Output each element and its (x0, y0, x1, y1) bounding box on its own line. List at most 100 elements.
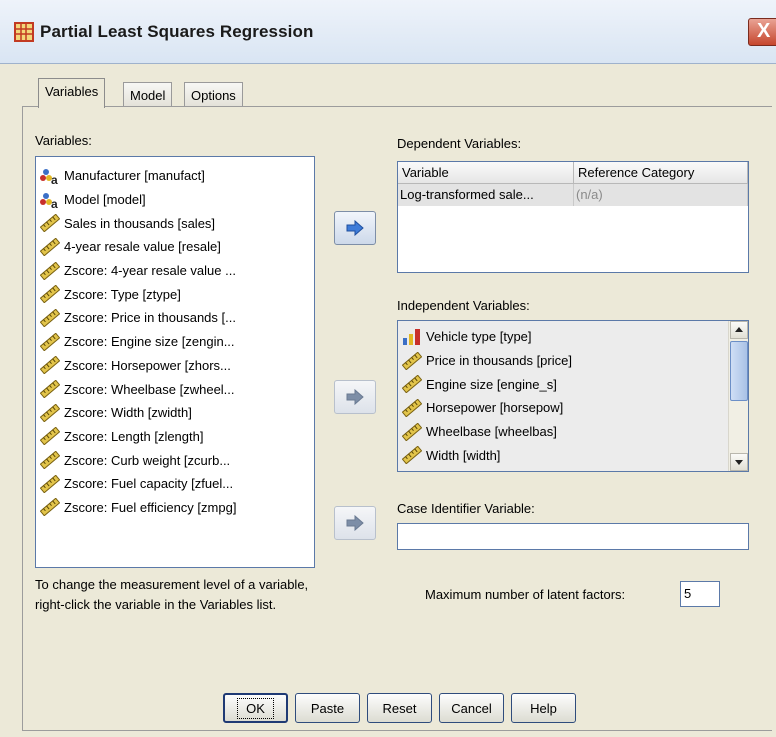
list-item[interactable]: Price in thousands [price] (398, 349, 748, 373)
scale-ruler-icon (39, 284, 61, 304)
latent-factors-label: Maximum number of latent factors: (425, 587, 626, 602)
scroll-down-icon (735, 460, 743, 465)
reset-button[interactable]: Reset (367, 693, 432, 723)
latent-factors-input[interactable]: 5 (680, 581, 720, 607)
scale-ruler-icon (401, 374, 423, 394)
tab-variables[interactable]: Variables (38, 78, 106, 108)
scale-ruler-icon (39, 379, 61, 399)
scale-ruler-icon (39, 308, 61, 328)
scale-ruler-icon (401, 351, 423, 370)
list-item[interactable]: Zscore: Horsepower [zhors... (36, 354, 314, 378)
list-item-label: 4-year resale value [resale] (64, 239, 221, 255)
scale-ruler-icon (39, 403, 61, 423)
list-item[interactable]: Zscore: Width [zwidth] (36, 401, 314, 425)
list-item-label: Zscore: Type [ztype] (64, 286, 181, 302)
list-item[interactable]: Zscore: Curb weight [zcurb... (36, 448, 314, 472)
list-item[interactable]: Zscore: Price in thousands [... (36, 306, 314, 330)
nominal-string-icon: a (40, 167, 60, 187)
move-to-dependent-button[interactable] (334, 211, 376, 245)
list-item[interactable]: Width [width] (398, 443, 748, 467)
dependent-variable-cell[interactable]: Log-transformed sale... (398, 184, 574, 206)
table-row[interactable]: Log-transformed sale... (n/a) (398, 184, 748, 206)
scale-ruler-icon (39, 261, 61, 281)
list-item-label: Zscore: Horsepower [zhors... (64, 357, 231, 373)
list-item[interactable]: Zscore: Length [zlength] (36, 425, 314, 449)
variables-listbox[interactable]: a Manufacturer [manufact] a Model [model] Sa… (35, 156, 315, 568)
scroll-up-button[interactable] (730, 321, 748, 339)
dependent-variables-label: Dependent Variables: (397, 136, 522, 151)
scroll-up-icon (735, 327, 743, 332)
list-item-label: Sales in thousands [sales] (64, 215, 216, 231)
column-variable-header: Variable (398, 162, 574, 183)
list-item[interactable]: Sales in thousands [sales] (36, 211, 314, 235)
arrow-right-icon (346, 220, 364, 236)
list-item-label: Vehicle type [type] (426, 329, 532, 345)
list-item-label: Engine size [engine_s] (426, 376, 557, 392)
list-item[interactable]: Zscore: 4-year resale value ... (36, 259, 314, 283)
app-grid-icon (14, 22, 34, 42)
column-reference-category-header: Reference Category (574, 162, 748, 183)
close-button[interactable]: X (748, 18, 776, 46)
arrow-right-icon (346, 515, 364, 531)
list-item-label: Model [model] (64, 192, 146, 208)
list-item[interactable]: Zscore: Fuel capacity [zfuel... (36, 472, 314, 496)
scale-ruler-icon (39, 237, 61, 257)
ok-button[interactable]: OK (223, 693, 288, 723)
list-item-label: Price in thousands [price] (426, 353, 572, 369)
list-item[interactable]: Wheelbase [wheelbas] (398, 420, 748, 444)
scale-ruler-icon (39, 355, 61, 375)
list-item-label: Zscore: Engine size [zengin... (64, 334, 235, 350)
nominal-string-icon: a (40, 191, 60, 211)
ordinal-bar-icon (402, 328, 422, 346)
list-item[interactable]: Zscore: Wheelbase [zwheel... (36, 377, 314, 401)
list-item-label: Zscore: Price in thousands [... (64, 310, 236, 326)
scale-ruler-icon (39, 474, 61, 494)
cancel-button[interactable]: Cancel (439, 693, 504, 723)
list-item-label: Zscore: Fuel capacity [zfuel... (64, 476, 234, 492)
case-identifier-field[interactable] (397, 523, 749, 550)
list-item-label: Wheelbase [wheelbas] (426, 424, 557, 440)
grid-header: Variable Reference Category (398, 162, 748, 184)
svg-text:a: a (51, 173, 58, 185)
scale-ruler-icon (39, 332, 61, 352)
list-item[interactable]: Horsepower [horsepow] (398, 396, 748, 420)
measurement-hint: To change the measurement level of a var… (35, 577, 309, 612)
list-item[interactable]: a Manufacturer [manufact] (36, 164, 314, 188)
list-item-label: Zscore: Length [zlength] (64, 428, 204, 444)
scale-ruler-icon (401, 445, 423, 465)
scale-ruler-icon (39, 450, 61, 470)
ok-button-label: OK (237, 697, 274, 719)
vertical-scrollbar[interactable] (728, 321, 748, 471)
list-item[interactable]: 4-year resale value [resale] (36, 235, 314, 259)
scale-ruler-icon (39, 213, 61, 233)
scroll-thumb[interactable] (730, 341, 748, 401)
tab-options[interactable]: Options (184, 82, 243, 106)
scroll-down-button[interactable] (730, 453, 748, 471)
independent-variables-listbox[interactable]: Vehicle type [type] Price in thousands [p… (397, 320, 749, 472)
move-to-independent-button[interactable] (334, 380, 376, 414)
list-item-label: Zscore: Fuel efficiency [zmpg] (64, 499, 237, 515)
list-item-label: Width [width] (426, 447, 501, 463)
help-button[interactable]: Help (511, 693, 576, 723)
list-item[interactable]: Zscore: Fuel efficiency [zmpg] (36, 496, 314, 520)
list-item-label: Zscore: Curb weight [zcurb... (64, 452, 231, 468)
list-item[interactable]: Zscore: Engine size [zengin... (36, 330, 314, 354)
paste-button[interactable]: Paste (295, 693, 360, 723)
list-item-label: Zscore: Wheelbase [zwheel... (64, 381, 235, 397)
move-to-case-identifier-button[interactable] (334, 506, 376, 540)
dependent-variables-grid[interactable]: Variable Reference Category Log-transfor… (397, 161, 749, 273)
list-item[interactable]: Engine size [engine_s] (398, 372, 748, 396)
tab-model[interactable]: Model (123, 82, 173, 106)
arrow-right-icon (346, 389, 364, 405)
list-item[interactable]: Vehicle type [type] (398, 325, 748, 349)
reference-category-cell[interactable]: (n/a) (574, 184, 748, 206)
scale-ruler-icon (401, 422, 423, 442)
list-item[interactable]: Zscore: Type [ztype] (36, 282, 314, 306)
list-item-label: Horsepower [horsepow] (426, 400, 564, 416)
list-item-label: Zscore: 4-year resale value ... (64, 263, 236, 279)
title-bar[interactable]: Partial Least Squares Regression X (0, 0, 776, 64)
scale-ruler-icon (39, 498, 61, 517)
svg-text:a: a (51, 197, 58, 209)
list-item[interactable]: a Model [model] (36, 188, 314, 212)
independent-variables-label: Independent Variables: (397, 298, 530, 313)
